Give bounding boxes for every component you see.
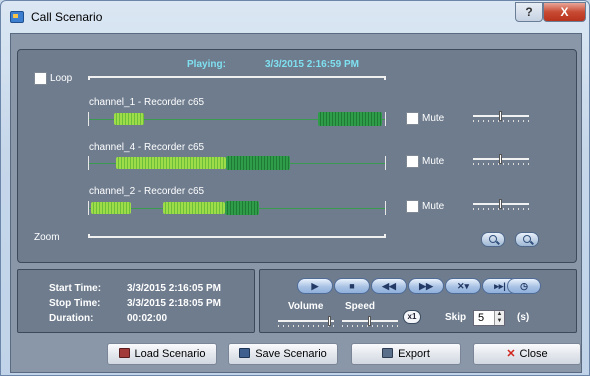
stop-time-label: Stop Time: [49, 298, 101, 309]
rewind-icon: ◀◀ [382, 281, 396, 291]
duration-value: 00:02:00 [127, 313, 168, 324]
save-scenario-button[interactable]: Save Scenario [228, 343, 338, 365]
mute-label: Mute [422, 156, 445, 167]
zoom-out-icon [523, 235, 531, 243]
track-3-end-marker [385, 201, 386, 215]
track-1-waveform[interactable] [318, 112, 382, 126]
window-title: Call Scenario [31, 10, 103, 24]
save-icon [239, 348, 251, 358]
skip-label: Skip [445, 312, 467, 323]
schedule-button[interactable]: ◷ [507, 278, 541, 294]
track-name: channel_4 - Recorder c65 [89, 142, 205, 153]
skip-remove-icon: ✕▾ [456, 281, 470, 291]
mute-checkbox[interactable] [406, 200, 419, 213]
skip-end-icon: ▸▸| [494, 281, 506, 291]
track-1-end-marker [385, 112, 386, 126]
window-close-button[interactable]: X [543, 2, 586, 22]
loop-label: Loop [50, 73, 73, 84]
speed-multiplier-badge: x1 [403, 310, 421, 324]
track-3-waveform-played-2[interactable] [163, 202, 225, 214]
close-label: Close [519, 348, 548, 360]
track-1-start-marker [88, 112, 89, 126]
playing-time: 3/3/2015 2:16:59 PM [265, 59, 359, 70]
start-time-value: 3/3/2015 2:16:05 PM [127, 283, 221, 294]
speed-label: Speed [345, 301, 376, 312]
track-3-waveform-played[interactable] [91, 202, 131, 214]
track-1-volume-slider[interactable] [473, 111, 529, 125]
skip-value: 5 [478, 312, 485, 324]
timeline-range-top[interactable] [88, 76, 386, 80]
call-scenario-window: Call Scenario ? X Playing: 3/3/2015 2:16… [0, 0, 590, 376]
track-1-waveform-played[interactable] [114, 113, 144, 125]
master-volume-slider[interactable] [278, 316, 334, 330]
fast-forward-icon: ▶▶ [419, 281, 433, 291]
zoom-out-button[interactable] [515, 232, 539, 247]
playing-label: Playing: [187, 59, 226, 70]
title-bar[interactable]: Call Scenario ? X [1, 1, 589, 33]
start-time-label: Start Time: [49, 283, 102, 294]
track-3-volume-slider[interactable] [473, 199, 529, 213]
volume-label: Volume [288, 301, 324, 312]
track-2-start-marker [88, 156, 89, 170]
clock-icon: ◷ [520, 281, 528, 291]
mute-checkbox[interactable] [406, 112, 419, 125]
fast-forward-button[interactable]: ▶▶ [408, 278, 444, 294]
play-icon: ▶ [311, 281, 319, 291]
mute-label: Mute [422, 113, 445, 124]
export-icon [382, 348, 394, 358]
skip-seconds-stepper[interactable]: 5 ▲ ▼ [473, 310, 505, 326]
mute-checkbox[interactable] [406, 155, 419, 168]
load-icon [118, 348, 130, 358]
play-button[interactable]: ▶ [297, 278, 333, 294]
export-button[interactable]: Export [351, 343, 461, 365]
speed-slider[interactable] [342, 316, 398, 330]
zoom-range-bar[interactable] [88, 234, 386, 238]
track-2-waveform-played[interactable] [116, 157, 226, 169]
track-2-end-marker [385, 156, 386, 170]
stop-icon: ■ [349, 281, 355, 291]
help-button[interactable]: ? [515, 2, 543, 22]
stop-time-value: 3/3/2015 2:18:05 PM [127, 298, 221, 309]
track-name: channel_1 - Recorder c65 [89, 97, 205, 108]
track-3-start-marker [88, 201, 89, 215]
track-2-volume-slider[interactable] [473, 154, 529, 168]
export-label: Export [398, 348, 430, 360]
zoom-in-button[interactable] [481, 232, 505, 247]
skip-unit: (s) [517, 312, 530, 323]
rewind-button[interactable]: ◀◀ [371, 278, 407, 294]
zoom-label: Zoom [34, 232, 60, 243]
track-3-waveform[interactable] [225, 201, 259, 215]
spin-arrows-icon[interactable]: ▲ ▼ [494, 311, 504, 325]
track-2-waveform[interactable] [226, 156, 290, 170]
track-name: channel_2 - Recorder c65 [89, 186, 205, 197]
app-icon [10, 11, 24, 23]
load-scenario-label: Load Scenario [134, 348, 206, 360]
load-scenario-button[interactable]: Load Scenario [107, 343, 217, 365]
loop-checkbox[interactable] [34, 72, 47, 85]
stop-button[interactable]: ■ [334, 278, 370, 294]
duration-label: Duration: [49, 313, 94, 324]
close-icon: ✕ [506, 348, 516, 360]
skip-remove-button[interactable]: ✕▾ [445, 278, 481, 294]
zoom-in-icon [489, 235, 497, 243]
save-scenario-label: Save Scenario [255, 348, 327, 360]
mute-label: Mute [422, 201, 445, 212]
close-button[interactable]: ✕ Close [473, 343, 581, 365]
